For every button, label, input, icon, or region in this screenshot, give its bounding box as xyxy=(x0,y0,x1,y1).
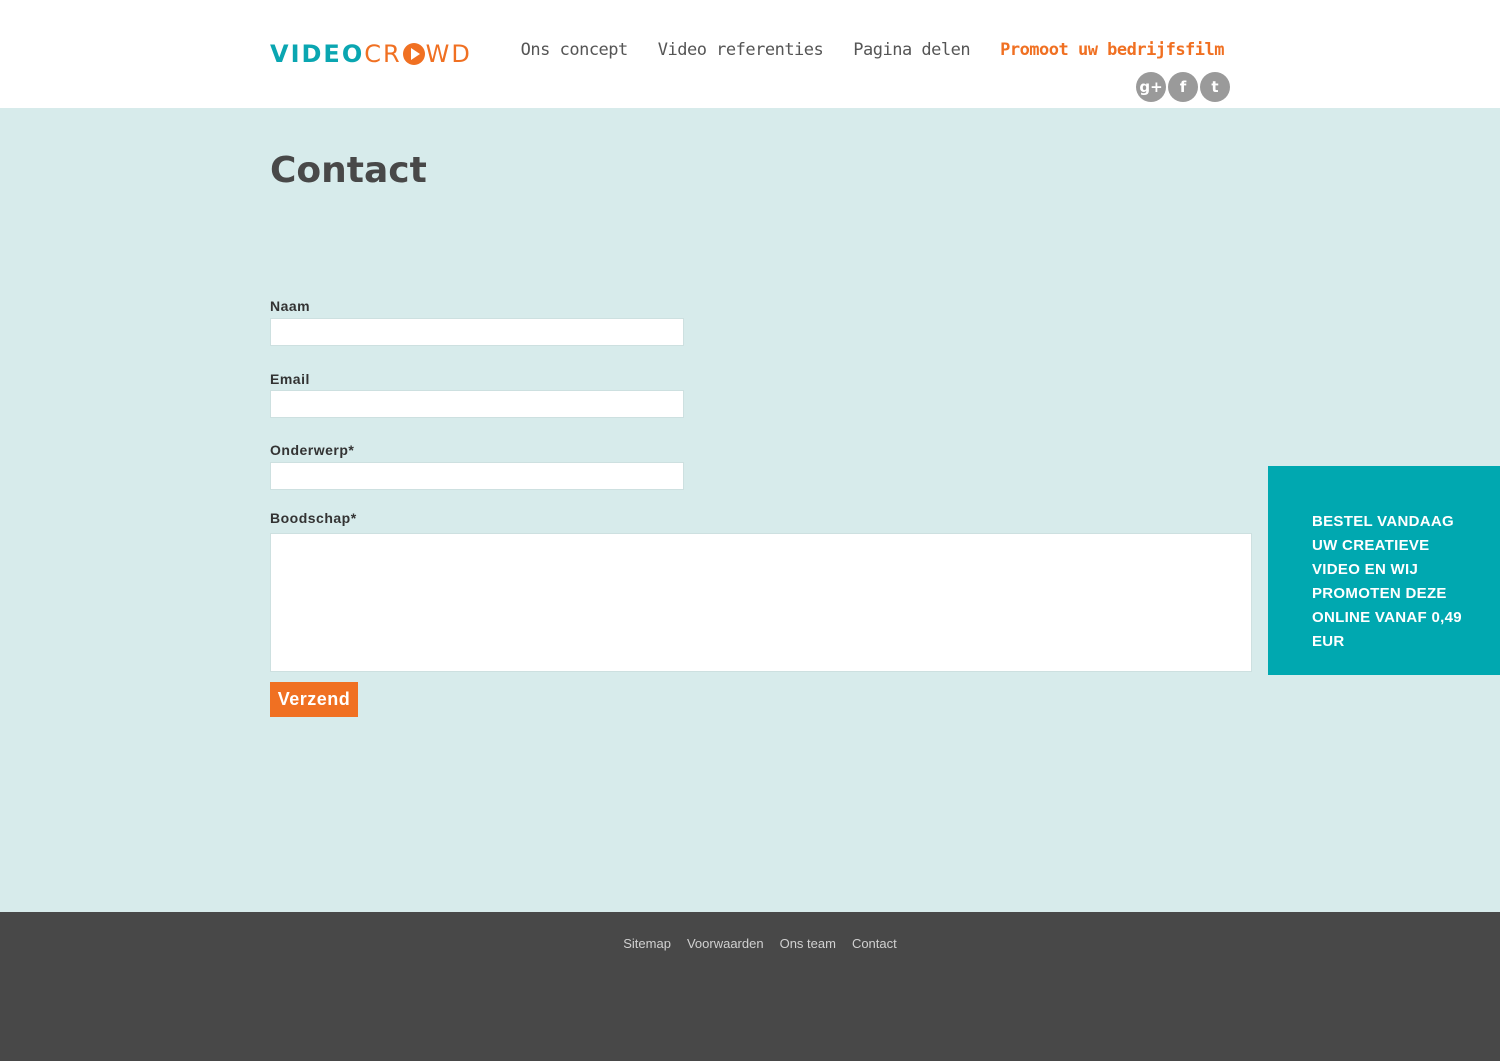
nav-ons-concept[interactable]: Ons concept xyxy=(521,40,629,60)
page-title: Contact xyxy=(270,150,427,191)
name-label: Naam xyxy=(270,298,311,314)
logo-text-crowd-start: CR xyxy=(364,40,402,68)
name-input[interactable] xyxy=(270,318,684,346)
play-icon xyxy=(402,43,425,65)
promo-banner[interactable]: BESTEL VANDAAG UW CREATIEVE VIDEO EN WIJ… xyxy=(1268,466,1500,675)
logo-text-crowd: CR WD xyxy=(364,40,472,68)
subject-label: Onderwerp* xyxy=(270,442,355,458)
nav-video-referenties[interactable]: Video referenties xyxy=(658,40,824,60)
site-header: VIDEO CR WD Ons concept Video referentie… xyxy=(0,0,1500,108)
logo-text-crowd-end: WD xyxy=(425,40,472,68)
message-label: Boodschap* xyxy=(270,510,357,526)
footer-link-ons-team[interactable]: Ons team xyxy=(780,936,836,951)
site-footer: Sitemap Voorwaarden Ons team Contact xyxy=(0,912,1500,1061)
footer-link-contact[interactable]: Contact xyxy=(852,936,897,951)
footer-link-sitemap[interactable]: Sitemap xyxy=(623,936,671,951)
social-links: g+ f t xyxy=(1136,72,1230,102)
nav-promoot-uw-bedrijfsfilm[interactable]: Promoot uw bedrijfsfilm xyxy=(1000,40,1224,60)
site-logo[interactable]: VIDEO CR WD xyxy=(270,40,472,68)
nav-pagina-delen[interactable]: Pagina delen xyxy=(853,40,970,60)
logo-text-video: VIDEO xyxy=(270,40,365,68)
twitter-icon[interactable]: t xyxy=(1200,72,1230,102)
footer-link-voorwaarden[interactable]: Voorwaarden xyxy=(687,936,764,951)
main-nav: Ons concept Video referenties Pagina del… xyxy=(521,40,1225,60)
facebook-icon[interactable]: f xyxy=(1168,72,1198,102)
footer-links: Sitemap Voorwaarden Ons team Contact xyxy=(0,936,1500,951)
message-textarea[interactable] xyxy=(270,533,1252,672)
subject-input[interactable] xyxy=(270,462,684,490)
submit-button[interactable]: Verzend xyxy=(270,682,358,717)
email-input[interactable] xyxy=(270,390,684,418)
promo-text: BESTEL VANDAAG UW CREATIEVE VIDEO EN WIJ… xyxy=(1312,513,1462,650)
email-label: Email xyxy=(270,371,310,387)
google-plus-icon[interactable]: g+ xyxy=(1136,72,1166,102)
